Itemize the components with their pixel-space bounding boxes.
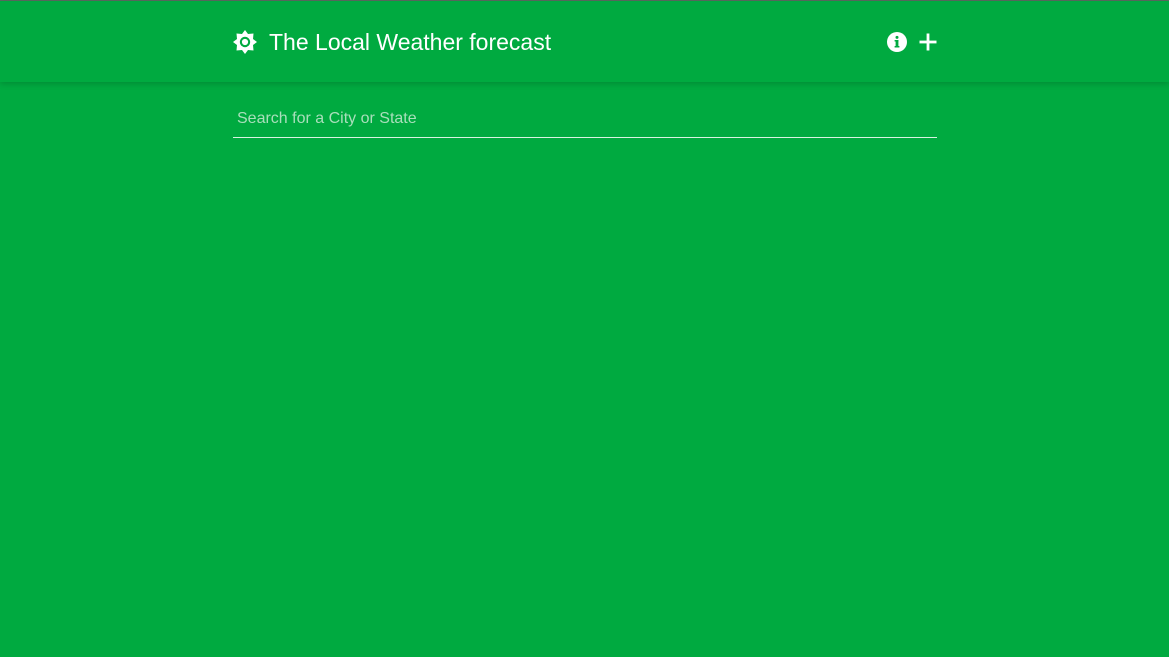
add-city-button[interactable]: [916, 30, 940, 54]
header-actions: [885, 30, 940, 54]
sun-icon: [232, 29, 258, 55]
info-circle-icon: [887, 32, 907, 52]
app-bar: The Local Weather forecast: [0, 1, 1169, 82]
info-button[interactable]: [885, 30, 909, 54]
brand: The Local Weather forecast: [232, 28, 551, 56]
plus-icon: [919, 33, 937, 51]
main-content: [0, 82, 1169, 657]
search-bar: [233, 101, 937, 139]
search-input[interactable]: [233, 101, 937, 138]
app-title: The Local Weather forecast: [269, 29, 552, 55]
